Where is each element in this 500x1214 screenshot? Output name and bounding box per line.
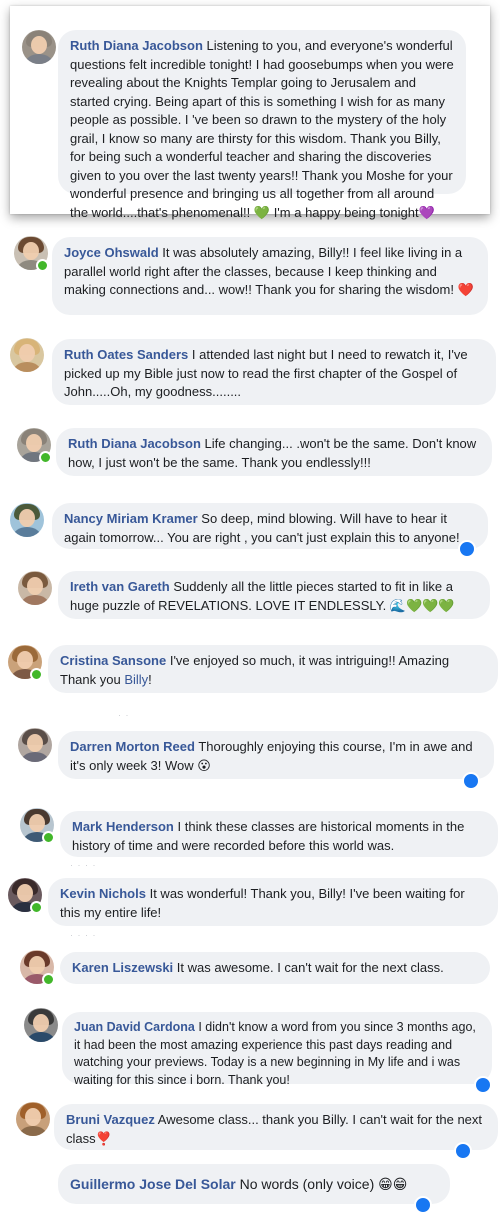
reaction-icon[interactable] [454,1142,472,1160]
avatar[interactable] [24,1008,58,1042]
commenter-name[interactable]: Bruni Vazquez [66,1112,155,1127]
separator-dots: · · · · [70,930,97,940]
avatar[interactable] [18,571,52,605]
comment-text: It was awesome. I can't wait for the nex… [176,960,444,975]
online-indicator-icon [42,973,55,986]
wave-and-green-hearts-emoji: 🌊💚💚💚 [389,597,455,613]
comment-text: No words (only voice) [239,1176,375,1192]
avatar[interactable] [16,1102,50,1136]
commenter-name[interactable]: Ruth Diana Jacobson [70,38,203,53]
comment-bubble: Ruth Diana Jacobson Life changing... .wo… [56,428,492,476]
separator-dots: · · · · [70,860,97,870]
reaction-icon[interactable] [414,1196,432,1214]
commenter-name[interactable]: Mark Henderson [72,819,174,834]
comment-bubble: Cristina Sansone I've enjoyed so much, i… [48,645,498,693]
commenter-name[interactable]: Darren Morton Reed [70,739,195,754]
comment-bubble: Juan David Cardona I didn't know a word … [62,1012,492,1087]
commenter-name[interactable]: Cristina Sansone [60,653,166,668]
commenter-name[interactable]: Ruth Oates Sanders [64,347,188,362]
comment-text: Listening to you, and everyone's wonderf… [70,38,454,220]
commenter-name[interactable]: Juan David Cardona [74,1020,195,1034]
online-indicator-icon [30,901,43,914]
online-indicator-icon [42,831,55,844]
comment-bubble: Darren Morton Reed Thoroughly enjoying t… [58,731,494,779]
green-heart-emoji: 💚 [253,204,271,220]
comment-text-continued: I'm a happy being tonight [270,204,419,220]
comment-bubble: Ruth Oates Sanders I attended last night… [52,339,496,405]
comment-bubble: Mark Henderson I think these classes are… [60,811,498,857]
mention-link[interactable]: Billy [124,672,148,687]
online-indicator-icon [30,668,43,681]
comment-bubble: Bruni Vazquez Awesome class... thank you… [54,1104,498,1150]
comment-bubble: Karen Liszewski It was awesome. I can't … [60,952,490,984]
red-heart-emoji: ❤️ [457,282,474,297]
comment-bubble: Guillermo Jose Del Solar No words (only … [58,1164,450,1204]
avatar[interactable] [10,503,44,537]
avatar[interactable] [18,728,52,762]
heart-exclamation-emoji: ❣️ [95,1130,112,1146]
purple-heart-emoji: 💜 [418,204,435,220]
reaction-icon[interactable] [462,772,480,790]
separator-dots: · · [118,710,130,720]
online-indicator-icon [36,259,49,272]
commenter-name[interactable]: Guillermo Jose Del Solar [70,1176,236,1192]
comment-bubble: Kevin Nichols It was wonderful! Thank yo… [48,878,498,926]
commenter-name[interactable]: Ruth Diana Jacobson [68,436,201,451]
comment-bubble: Ireth van Gareth Suddenly all the little… [58,571,490,619]
commenter-name[interactable]: Joyce Ohswald [64,245,159,260]
surprised-emoji: 😮 [197,757,211,773]
online-indicator-icon [39,451,52,464]
grinning-emoji: 😁😁 [378,1176,408,1192]
comment-text-end: ! [148,671,152,687]
reaction-icon[interactable] [458,540,476,558]
comment-bubble: Joyce Ohswald It was absolutely amazing,… [52,237,488,315]
avatar[interactable] [22,30,56,64]
comment-bubble: Nancy Miriam Kramer So deep, mind blowin… [52,503,488,549]
avatar[interactable] [10,338,44,372]
reaction-icon[interactable] [474,1076,492,1094]
commenter-name[interactable]: Karen Liszewski [72,960,173,975]
commenter-name[interactable]: Kevin Nichols [60,886,146,901]
commenter-name[interactable]: Nancy Miriam Kramer [64,511,198,526]
commenter-name[interactable]: Ireth van Gareth [70,579,170,594]
comment-bubble: Ruth Diana Jacobson Listening to you, an… [58,30,466,220]
